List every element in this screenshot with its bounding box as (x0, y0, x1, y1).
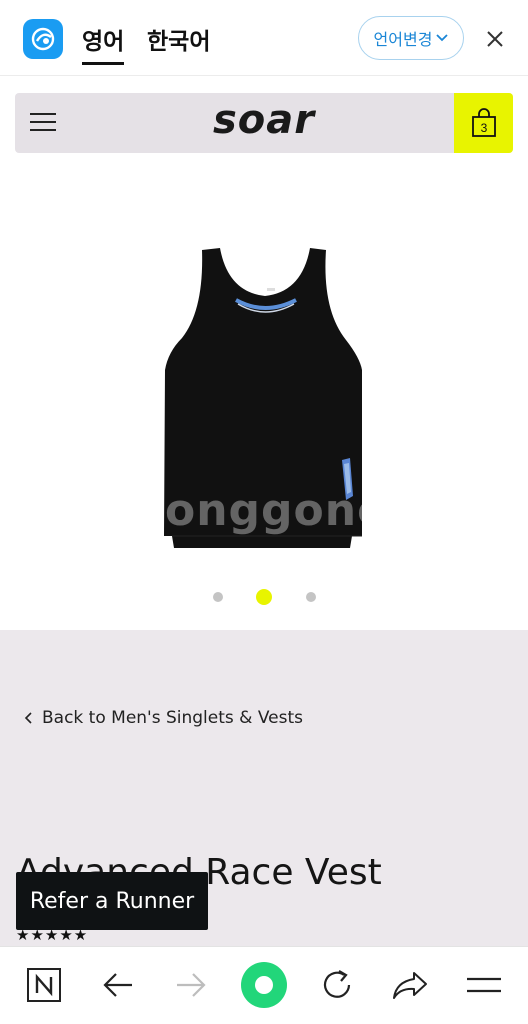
change-language-button[interactable]: 언어변경 (358, 16, 464, 60)
refresh-icon[interactable] (315, 963, 359, 1007)
tab-korean[interactable]: 한국어 (147, 22, 210, 56)
carousel-dot[interactable] (306, 592, 316, 602)
close-icon[interactable] (482, 26, 508, 52)
refer-a-runner-button[interactable]: Refer a Runner (16, 872, 208, 930)
tab-english[interactable]: 영어 (82, 22, 125, 65)
menu-icon[interactable] (462, 963, 506, 1007)
naver-n-icon[interactable] (22, 963, 66, 1007)
carousel-dot-active[interactable] (256, 589, 272, 605)
cart-button[interactable]: 3 (454, 93, 513, 153)
chevron-left-icon (24, 712, 32, 724)
share-icon[interactable] (388, 963, 432, 1007)
translator-bar: 영어 한국어 언어변경 (0, 0, 528, 76)
chevron-down-icon (436, 34, 449, 42)
soar-logo[interactable]: soar (15, 97, 513, 143)
back-to-category-link[interactable]: Back to Men's Singlets & Vests (24, 708, 303, 728)
cart-count: 3 (480, 121, 487, 135)
back-link-label: Back to Men's Singlets & Vests (42, 708, 303, 728)
forward-arrow-icon[interactable] (169, 963, 213, 1007)
home-circle-icon[interactable] (240, 961, 288, 1009)
shopping-bag-icon: 3 (471, 108, 496, 137)
browser-bottom-bar (0, 946, 528, 1024)
site-header: soar 3 (15, 93, 513, 153)
back-arrow-icon[interactable] (96, 963, 140, 1007)
watermark-text: onggonc (165, 485, 385, 536)
carousel-dot[interactable] (213, 592, 223, 602)
change-language-label: 언어변경 (373, 30, 433, 49)
papago-logo-icon[interactable] (23, 19, 63, 59)
